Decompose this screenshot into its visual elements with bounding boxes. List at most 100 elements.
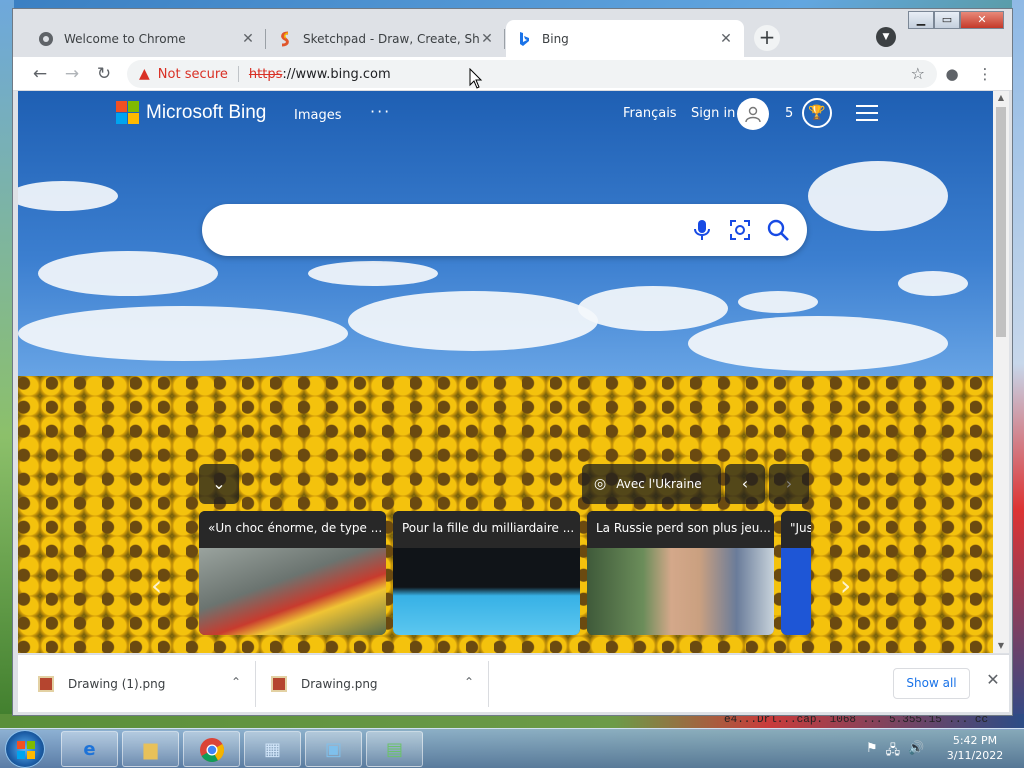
reload-button[interactable]: ↻ (91, 61, 117, 87)
hamburger-menu-icon[interactable] (856, 105, 878, 126)
visual-search-icon[interactable] (726, 216, 754, 244)
bing-homepage: Microsoft Bing Images ··· Français Sign … (18, 91, 993, 653)
language-link[interactable]: Français (623, 106, 677, 121)
download-item[interactable]: Drawing.png ⌃ (251, 661, 488, 707)
page-scrollbar[interactable]: ▲ ▼ (993, 91, 1009, 653)
network-icon[interactable]: 🖧 (886, 741, 901, 763)
tab-title: Welcome to Chrome (64, 31, 186, 46)
system-tray: ⚑ 🖧 🔊 (866, 741, 924, 763)
mouse-cursor-icon (469, 68, 483, 89)
maximize-button[interactable]: ▭ (934, 11, 960, 29)
microsoft-logo-icon (116, 101, 139, 124)
rewards-points[interactable]: 5 (785, 106, 793, 121)
image-file-icon (271, 676, 287, 692)
location-pin-icon: ◎ (594, 476, 607, 492)
news-card[interactable]: "Jus (781, 511, 811, 635)
start-button[interactable] (5, 730, 45, 768)
chevron-up-icon[interactable]: ⌃ (464, 675, 474, 689)
scroll-down-icon[interactable]: ▼ (993, 641, 1009, 650)
microphone-icon[interactable] (688, 216, 716, 244)
url-scheme: https (248, 66, 283, 82)
action-center-flag-icon[interactable]: ⚑ (866, 741, 878, 763)
forward-button[interactable]: → (59, 61, 85, 87)
scrollbar-thumb[interactable] (996, 107, 1006, 337)
taskbar: e ▆ ▦ ▣ ▤ ⚑ 🖧 🔊 5:42 PM 3/11/2022 (0, 728, 1024, 768)
search-icon[interactable] (764, 216, 792, 244)
tab-close-icon[interactable]: ✕ (479, 31, 495, 47)
location-button[interactable]: ◎ Avec l'Ukraine (582, 464, 721, 504)
expand-feed-button[interactable]: ⌄ (199, 464, 239, 504)
internet-explorer-icon[interactable]: e (61, 731, 118, 767)
nav-images-link[interactable]: Images (294, 108, 342, 123)
windows-logo-icon (17, 741, 35, 759)
tab-search-icon[interactable]: ▼ (876, 27, 896, 47)
carousel-prev-button[interactable]: ‹ (725, 464, 765, 504)
omnibox-separator (237, 66, 239, 82)
taskbar-clock[interactable]: 5:42 PM 3/11/2022 (940, 733, 1010, 763)
cloud (688, 316, 948, 371)
address-bar[interactable]: ▲ Not secure https ://www.bing.com ☆ (127, 60, 937, 88)
tab-strip: Welcome to Chrome ✕ Sketchpad - Draw, Cr… (13, 9, 1012, 57)
tab-close-icon[interactable]: ✕ (718, 31, 734, 47)
bookmark-star-icon[interactable]: ☆ (911, 64, 925, 83)
user-avatar-icon[interactable] (737, 98, 769, 130)
tab-welcome[interactable]: Welcome to Chrome ✕ (28, 20, 266, 57)
search-box[interactable] (202, 204, 807, 256)
tab-sketchpad[interactable]: Sketchpad - Draw, Create, Share! ✕ (267, 20, 505, 57)
volume-icon[interactable]: 🔊 (908, 741, 924, 763)
cloud (308, 261, 438, 286)
cloud (808, 161, 948, 231)
remote-desktop-icon[interactable]: ▤ (366, 731, 423, 767)
sketchpad-icon (277, 31, 293, 47)
clock-time: 5:42 PM (952, 734, 998, 747)
close-shelf-icon[interactable]: ✕ (982, 669, 1004, 691)
cloud (18, 306, 348, 361)
desktop-wallpaper-right (1012, 0, 1024, 728)
security-label[interactable]: Not secure (158, 67, 228, 82)
close-window-button[interactable]: ✕ (960, 11, 1004, 29)
download-shelf: Drawing (1).png ⌃ Drawing.png ⌃ Show all… (18, 654, 1009, 712)
left-arrow-icon[interactable]: ‹ (151, 569, 162, 602)
scroll-up-icon[interactable]: ▲ (993, 93, 1009, 102)
image-viewer-icon[interactable]: ▣ (305, 731, 362, 767)
chevron-up-icon[interactable]: ⌃ (231, 675, 241, 689)
profile-icon[interactable]: ● (941, 63, 963, 85)
tab-title: Bing (542, 31, 569, 46)
signin-link[interactable]: Sign in (691, 106, 735, 121)
news-card-caption: «Un choc énorme, de type ... (199, 511, 386, 548)
search-input[interactable] (226, 216, 686, 244)
minimize-button[interactable]: ▁ (908, 11, 934, 29)
carousel-next-button[interactable]: › (769, 464, 809, 504)
bing-icon (516, 31, 532, 47)
bing-logo[interactable]: Microsoft Bing (116, 101, 266, 124)
news-card-image (587, 548, 774, 635)
nav-more-icon[interactable]: ··· (370, 102, 391, 121)
browser-toolbar: ← → ↻ ▲ Not secure https ://www.bing.com… (13, 57, 1012, 91)
rewards-trophy-icon[interactable]: 🏆 (802, 98, 832, 128)
chrome-taskbar-icon[interactable] (183, 731, 240, 767)
control-panel-icon[interactable]: ▦ (244, 731, 301, 767)
location-label: Avec l'Ukraine (616, 477, 702, 491)
tab-close-icon[interactable]: ✕ (240, 31, 256, 47)
show-all-button[interactable]: Show all (893, 668, 970, 699)
download-item[interactable]: Drawing (1).png ⌃ (18, 661, 255, 707)
new-tab-button[interactable]: + (754, 25, 780, 51)
cloud (348, 291, 598, 351)
news-card[interactable]: La Russie perd son plus jeu... (587, 511, 774, 635)
news-card-image (393, 548, 580, 635)
news-card-caption: "Jus (781, 511, 811, 548)
news-card-caption: La Russie perd son plus jeu... (587, 511, 774, 548)
cloud (738, 291, 818, 313)
right-arrow-icon[interactable]: › (840, 569, 851, 602)
cloud (38, 251, 218, 296)
news-card-caption: Pour la fille du milliardaire ... (393, 511, 580, 548)
back-button[interactable]: ← (27, 61, 53, 87)
news-card[interactable]: Pour la fille du milliardaire ... (393, 511, 580, 635)
cloud (578, 286, 728, 331)
download-filename: Drawing (1).png (68, 677, 166, 691)
menu-kebab-icon[interactable]: ⋮ (974, 63, 996, 85)
file-explorer-icon[interactable]: ▆ (122, 731, 179, 767)
tab-bing[interactable]: Bing ✕ (506, 20, 744, 57)
warning-icon[interactable]: ▲ (139, 66, 150, 82)
news-card[interactable]: «Un choc énorme, de type ... (199, 511, 386, 635)
